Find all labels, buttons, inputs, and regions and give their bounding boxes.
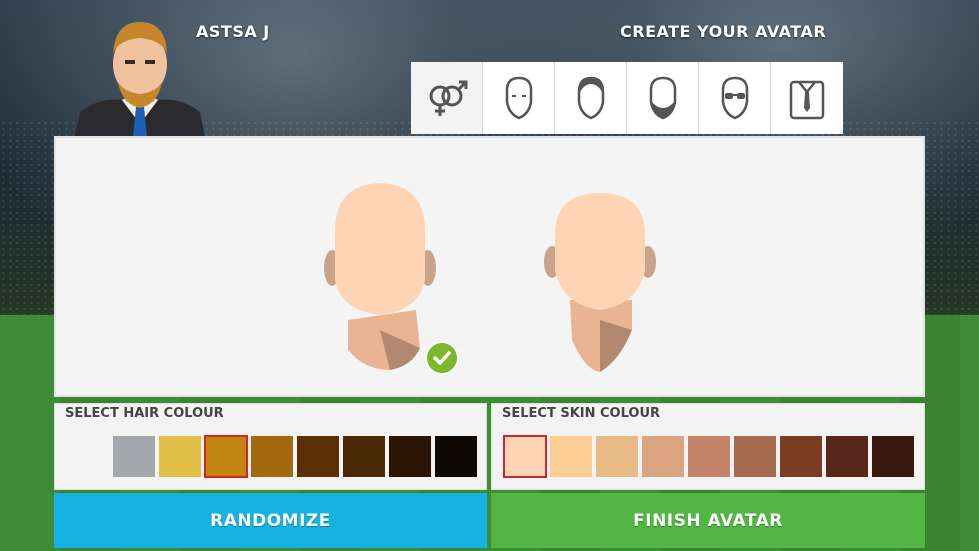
skin-colour-swatch-7[interactable]: [780, 436, 822, 477]
hair-icon: [577, 76, 604, 120]
skin-colour-swatch-8[interactable]: [826, 436, 868, 477]
gender-icon: [429, 80, 467, 116]
avatar-category-tabs: [411, 62, 843, 134]
hair-colour-title: SELECT HAIR COLOUR: [65, 406, 224, 421]
skin-colour-swatch-2[interactable]: [550, 436, 592, 477]
beard-icon: [649, 76, 676, 120]
tab-gender[interactable]: [411, 62, 483, 134]
skin-colour-panel: SELECT SKIN COLOUR: [491, 403, 925, 490]
hair-colour-swatch-6[interactable]: [297, 436, 339, 477]
hair-colour-panel: SELECT HAIR COLOUR: [54, 403, 487, 490]
hair-colour-swatch-4[interactable]: [204, 435, 248, 478]
skin-colour-swatches: [503, 435, 914, 478]
tab-glasses[interactable]: [699, 62, 771, 134]
face-option-2[interactable]: [540, 190, 660, 379]
skin-colour-swatch-9[interactable]: [872, 436, 914, 477]
hair-colour-swatch-3[interactable]: [159, 436, 201, 477]
hair-colour-swatches: [67, 435, 477, 478]
glasses-icon: [721, 76, 748, 120]
hair-colour-swatch-1[interactable]: [67, 436, 109, 477]
randomize-button[interactable]: RANDOMIZE: [54, 493, 487, 548]
tab-beard[interactable]: [627, 62, 699, 134]
shirt-tie-icon: [789, 80, 825, 120]
tab-hair[interactable]: [555, 62, 627, 134]
selected-check-icon: [425, 341, 459, 375]
skin-colour-swatch-1[interactable]: [503, 435, 547, 478]
player-avatar: [70, 12, 210, 137]
skin-colour-swatch-3[interactable]: [596, 436, 638, 477]
finish-avatar-button[interactable]: FINISH AVATAR: [491, 493, 925, 548]
skin-colour-title: SELECT SKIN COLOUR: [502, 406, 661, 421]
skin-colour-swatch-6[interactable]: [734, 436, 776, 477]
hair-colour-swatch-2[interactable]: [113, 436, 155, 477]
hair-colour-swatch-8[interactable]: [389, 436, 431, 477]
tab-clothing[interactable]: [771, 62, 843, 134]
face-shape-icon: [505, 76, 532, 120]
hair-colour-swatch-7[interactable]: [343, 436, 385, 477]
skin-colour-swatch-5[interactable]: [688, 436, 730, 477]
page-title: CREATE YOUR AVATAR: [620, 22, 827, 41]
hair-colour-swatch-5[interactable]: [251, 436, 293, 477]
player-name: ASTSA J: [196, 22, 270, 41]
avatar-preview-panel: [54, 136, 925, 397]
face-option-1[interactable]: [320, 180, 440, 379]
tab-face-shape[interactable]: [483, 62, 555, 134]
hair-colour-swatch-9[interactable]: [435, 436, 477, 477]
skin-colour-swatch-4[interactable]: [642, 436, 684, 477]
